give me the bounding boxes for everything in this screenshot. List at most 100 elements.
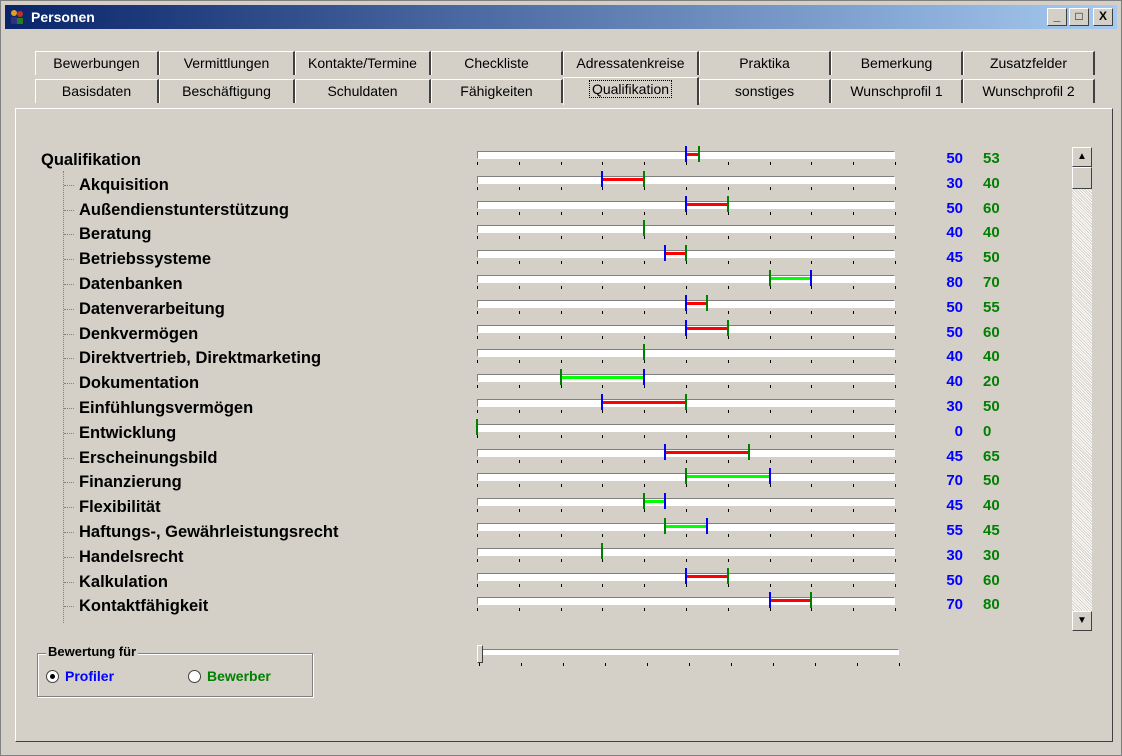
skill-track[interactable] <box>477 275 895 283</box>
tab-beschäftigung[interactable]: Beschäftigung <box>159 79 295 103</box>
bewerber-value: 50 <box>983 249 1000 267</box>
bewerber-marker <box>726 319 729 336</box>
skill-track[interactable] <box>477 225 895 234</box>
tab-basisdaten[interactable]: Basisdaten <box>35 79 159 103</box>
bewerber-value: 70 <box>983 274 1000 291</box>
skill-track[interactable] <box>477 349 895 358</box>
tab-wunschprofil-1[interactable]: Wunschprofil 1 <box>831 79 963 103</box>
skill-label[interactable]: Erscheinungsbild <box>79 447 217 469</box>
skill-track[interactable] <box>477 423 895 432</box>
track-tick <box>727 558 729 562</box>
track-tick <box>518 583 520 587</box>
close-button[interactable]: X <box>1093 8 1113 26</box>
tab-fähigkeiten[interactable]: Fähigkeiten <box>431 79 563 103</box>
track-tick <box>811 583 813 587</box>
group-label[interactable]: Qualifikation <box>41 149 141 171</box>
track-tick <box>644 310 646 314</box>
tab-schuldaten[interactable]: Schuldaten <box>295 79 431 103</box>
skill-label[interactable]: Entwicklung <box>79 422 176 444</box>
radio-profiler-dot[interactable] <box>46 669 59 683</box>
radio-bewerber[interactable]: Bewerber <box>188 668 271 684</box>
minimize-button[interactable]: _ <box>1047 8 1067 26</box>
profiler-value: 50 <box>946 150 963 167</box>
profiler-value: 45 <box>946 497 963 515</box>
skill-label[interactable]: Kontaktfähigkeit <box>79 595 208 617</box>
tab-kontakte-termine[interactable]: Kontakte/Termine <box>295 51 431 75</box>
tree-line <box>63 171 64 624</box>
bewerber-marker <box>685 245 687 262</box>
skill-label[interactable]: Betriebssysteme <box>79 248 211 270</box>
skill-label[interactable]: Haftungs-, Gewährleistungsrecht <box>79 521 338 543</box>
tab-bemerkung[interactable]: Bemerkung <box>831 51 963 75</box>
skill-label[interactable]: Denkvermögen <box>79 323 198 345</box>
skill-track[interactable] <box>477 597 895 606</box>
rating-slider-track[interactable] <box>479 649 899 655</box>
skill-track[interactable] <box>477 374 895 383</box>
track-tick <box>518 236 520 240</box>
skill-label[interactable]: Finanzierung <box>79 471 182 493</box>
vertical-scrollbar[interactable]: ▲ ▼ <box>1072 147 1092 631</box>
track-tick <box>686 459 687 463</box>
track-tick <box>602 583 604 587</box>
profiler-value: 45 <box>946 447 963 465</box>
title-bar[interactable]: Personen _ □ X <box>5 5 1117 29</box>
maximize-button[interactable]: □ <box>1069 8 1089 26</box>
track-tick <box>686 335 687 339</box>
track-tick <box>644 608 646 612</box>
tab-qualifikation[interactable]: Qualifikation <box>563 77 699 105</box>
skill-label[interactable]: Akquisition <box>79 174 169 196</box>
skill-label[interactable]: Flexibilität <box>79 496 161 518</box>
skill-label[interactable]: Beratung <box>79 223 151 245</box>
skill-label[interactable]: Dokumentation <box>79 372 199 394</box>
radio-profiler[interactable]: Profiler <box>46 668 114 684</box>
skill-track[interactable] <box>477 498 895 507</box>
skill-label[interactable]: Handelsrecht <box>79 546 184 568</box>
track-tick <box>477 236 478 240</box>
skill-label[interactable]: Außendienstunterstützung <box>79 199 289 221</box>
tab-vermittlungen[interactable]: Vermittlungen <box>159 51 295 75</box>
track-tick <box>686 261 687 265</box>
tab-bewerbungen[interactable]: Bewerbungen <box>35 51 159 75</box>
skill-label[interactable]: Direktvertrieb, Direktmarketing <box>79 347 321 369</box>
skill-track[interactable] <box>477 175 895 184</box>
skill-label[interactable]: Datenbanken <box>79 273 183 295</box>
track-tick <box>853 484 855 488</box>
track-tick <box>727 335 729 339</box>
track-tick <box>518 608 520 612</box>
skill-label[interactable]: Einfühlungsvermögen <box>79 397 253 419</box>
bewerber-marker <box>476 418 478 435</box>
track-tick <box>853 286 855 289</box>
track-tick <box>518 211 520 215</box>
rating-groupbox: Bewertung für Profiler Bewerber <box>37 644 313 697</box>
scroll-thumb[interactable] <box>1072 167 1092 189</box>
tab-sonstiges[interactable]: sonstiges <box>699 79 831 103</box>
tab-praktika[interactable]: Praktika <box>699 51 831 75</box>
rating-slider-thumb[interactable] <box>477 645 483 663</box>
track-tick <box>644 534 646 537</box>
scroll-up-button[interactable]: ▲ <box>1072 147 1092 167</box>
track-tick <box>477 186 478 190</box>
tree-branch <box>64 284 74 285</box>
tab-adressatenkreise[interactable]: Adressatenkreise <box>563 51 699 75</box>
radio-bewerber-dot[interactable] <box>188 669 201 683</box>
profiler-marker <box>810 270 813 286</box>
profiler-value: 30 <box>946 398 963 415</box>
tab-checkliste[interactable]: Checkliste <box>431 51 563 75</box>
track-tick <box>769 558 771 562</box>
tree-branch <box>64 556 74 558</box>
skill-label[interactable]: Datenverarbeitung <box>79 298 225 320</box>
skill-track[interactable] <box>477 547 895 556</box>
track-tick <box>727 385 729 389</box>
skill-label[interactable]: Kalkulation <box>79 571 168 593</box>
window-title: Personen <box>31 9 95 25</box>
track-tick <box>477 583 478 587</box>
track-tick <box>477 211 478 215</box>
bewerber-marker <box>664 518 667 534</box>
tree-branch <box>64 184 74 186</box>
bewerber-marker <box>726 195 729 212</box>
tab-wunschprofil-2[interactable]: Wunschprofil 2 <box>963 79 1095 103</box>
track-tick <box>644 459 646 463</box>
tab-zusatzfelder[interactable]: Zusatzfelder <box>963 51 1095 75</box>
track-tick <box>686 558 687 562</box>
scroll-down-button[interactable]: ▼ <box>1072 611 1092 631</box>
